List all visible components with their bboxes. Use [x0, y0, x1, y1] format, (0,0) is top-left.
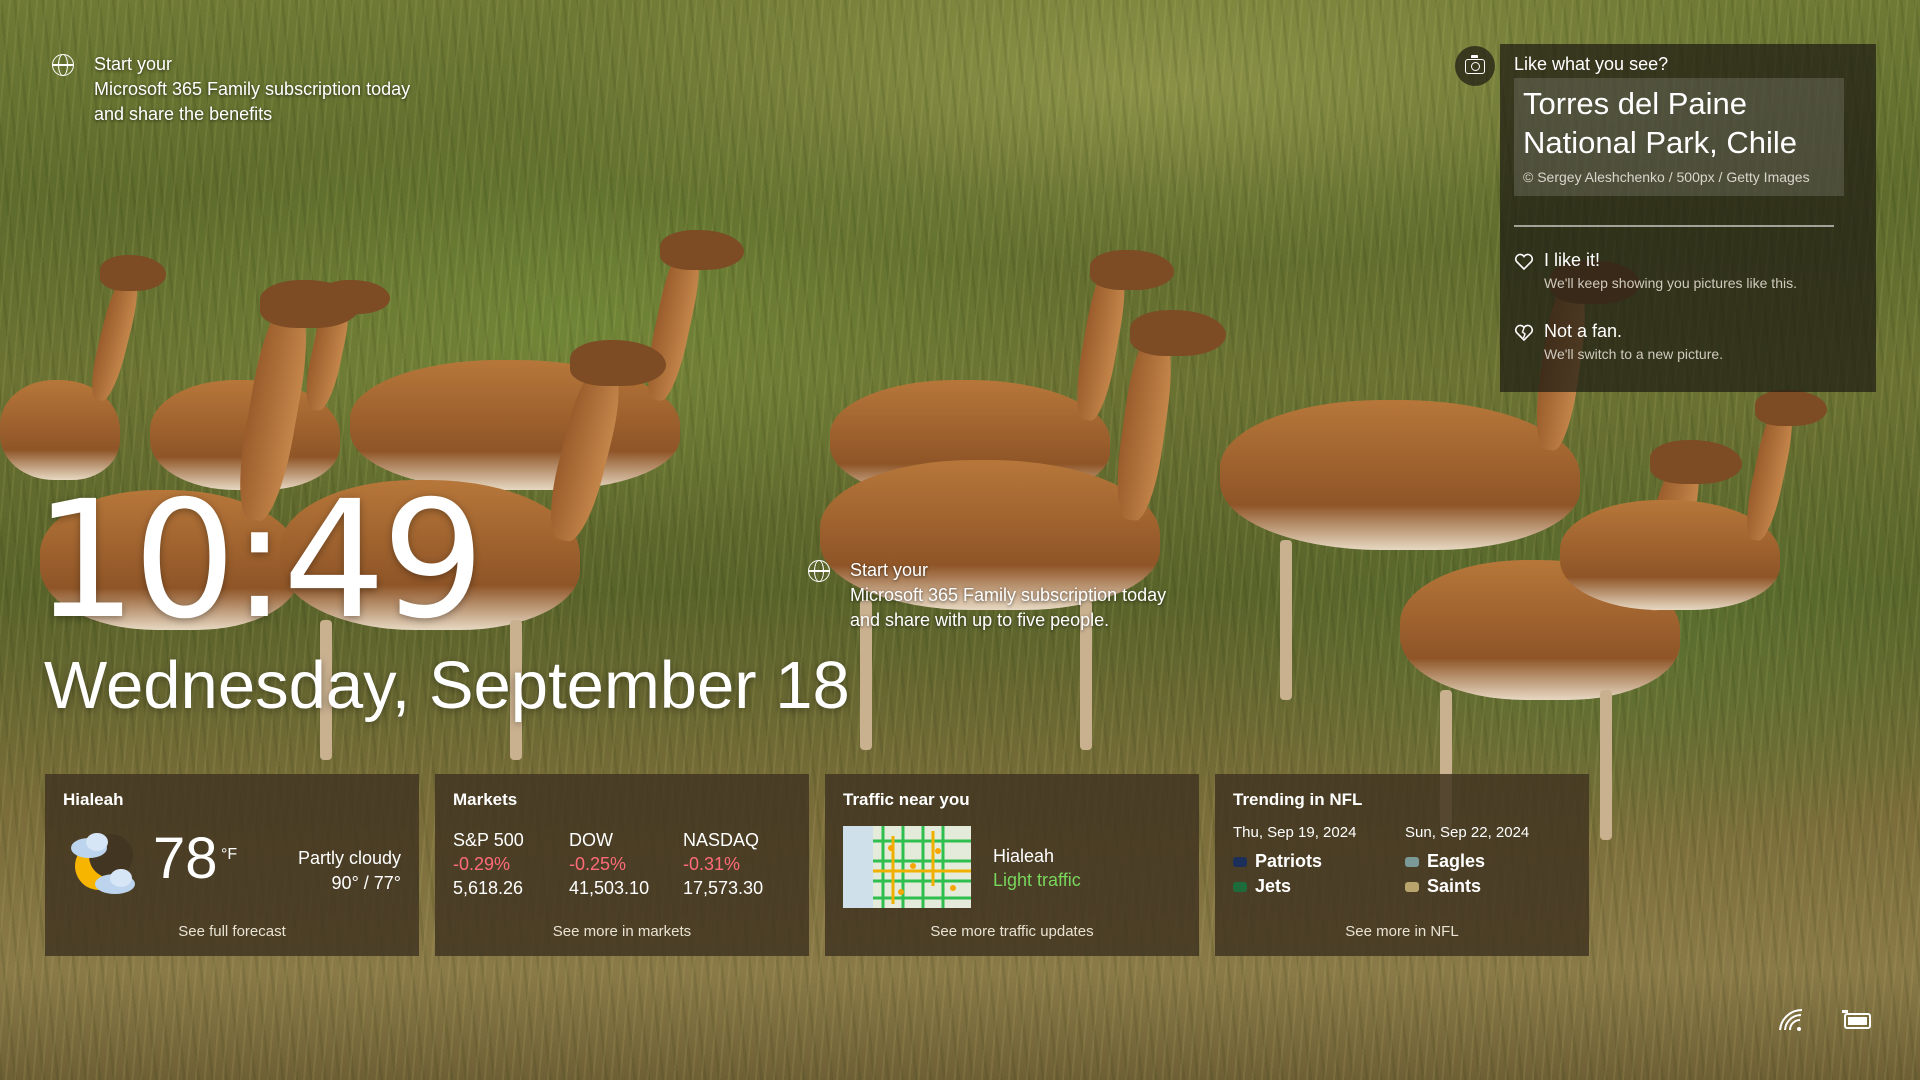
- clock-date: Wednesday, September 18: [44, 648, 850, 723]
- like-title: I like it!: [1544, 250, 1601, 270]
- promo-top[interactable]: Start your Microsoft 365 Family subscrip…: [52, 52, 410, 127]
- market-item: DOW -0.25% 41,503.10: [569, 828, 649, 900]
- promo-top-line2: Microsoft 365 Family subscription today: [94, 79, 411, 99]
- like-option[interactable]: I like it! We'll keep showing you pictur…: [1514, 250, 1797, 291]
- weather-card[interactable]: Hialeah 78 °F Partly cloudy 90° / 77° Se…: [45, 774, 419, 956]
- globe-icon: [808, 560, 830, 582]
- team-name: Saints: [1427, 876, 1482, 896]
- promo-mid-line2: Microsoft 365 Family subscription today: [850, 585, 1167, 605]
- weather-temperature: 78: [153, 826, 218, 891]
- traffic-map-thumbnail: [843, 826, 971, 908]
- promo-top-line3: and share the benefits: [94, 104, 273, 124]
- spotlight-title-box[interactable]: Torres del Paine National Park, Chile © …: [1514, 78, 1844, 196]
- globe-icon: [52, 54, 74, 76]
- market-value: 17,573.30: [683, 878, 764, 898]
- patriots-logo-icon: [1233, 856, 1247, 867]
- game-date: Thu, Sep 19, 2024: [1233, 824, 1357, 841]
- partly-cloudy-night-icon: [71, 833, 135, 894]
- jets-logo-icon: [1233, 881, 1247, 892]
- promo-mid-line3: and share with up to five people.: [850, 610, 1110, 630]
- markets-title: Markets: [453, 790, 518, 809]
- camera-button[interactable]: [1455, 46, 1495, 86]
- spotlight-panel: Like what you see? Torres del Paine Nati…: [1500, 44, 1876, 392]
- markets-link[interactable]: See more in markets: [435, 923, 809, 940]
- dislike-subtitle: We'll switch to a new picture.: [1544, 346, 1724, 362]
- market-change: -0.31%: [683, 854, 741, 874]
- camera-icon: [1465, 54, 1485, 74]
- market-value: 41,503.10: [569, 878, 650, 898]
- team-row: Patriots: [1233, 849, 1356, 874]
- traffic-info: Hialeah Light traffic: [993, 844, 1081, 892]
- eagles-logo-icon: [1405, 856, 1419, 867]
- markets-card[interactable]: Markets S&P 500 -0.29% 5,618.26 DOW -0.2…: [435, 774, 809, 956]
- traffic-card[interactable]: Traffic near you Hialeah Light traffic S…: [825, 774, 1199, 956]
- spotlight-header: Like what you see?: [1514, 54, 1669, 74]
- nfl-game[interactable]: Thu, Sep 19, 2024 Patriots Jets: [1233, 824, 1356, 899]
- game-date: Sun, Sep 22, 2024: [1405, 824, 1530, 841]
- team-name: Eagles: [1427, 851, 1486, 871]
- nfl-link[interactable]: See more in NFL: [1215, 923, 1589, 940]
- weather-link[interactable]: See full forecast: [45, 923, 419, 940]
- saints-logo-icon: [1405, 881, 1419, 892]
- weather-condition: Partly cloudy: [297, 848, 401, 868]
- traffic-city: Hialeah: [993, 846, 1055, 866]
- weather-location: Hialeah: [63, 790, 124, 809]
- team-row: Jets: [1233, 874, 1356, 899]
- weather-range: 90° / 77°: [331, 873, 401, 893]
- broken-heart-icon: [1514, 323, 1534, 343]
- weather-unit: °F: [221, 846, 238, 863]
- team-row: Saints: [1405, 874, 1529, 899]
- wifi-icon[interactable]: [1778, 1008, 1806, 1032]
- dislike-option[interactable]: Not a fan. We'll switch to a new picture…: [1514, 321, 1723, 362]
- market-item: NASDAQ -0.31% 17,573.30: [683, 828, 763, 900]
- battery-icon[interactable]: [1842, 1010, 1874, 1032]
- nfl-title: Trending in NFL: [1233, 790, 1363, 809]
- nfl-game[interactable]: Sun, Sep 22, 2024 Eagles Saints: [1405, 824, 1529, 899]
- promo-mid[interactable]: Start your Microsoft 365 Family subscrip…: [808, 558, 1166, 633]
- market-name: DOW: [569, 830, 613, 850]
- nfl-card[interactable]: Trending in NFL Thu, Sep 19, 2024 Patrio…: [1215, 774, 1589, 956]
- team-row: Eagles: [1405, 849, 1529, 874]
- clock-time: 10:49: [34, 467, 485, 655]
- market-name: S&P 500: [453, 830, 524, 850]
- market-change: -0.25%: [569, 854, 627, 874]
- like-subtitle: We'll keep showing you pictures like thi…: [1544, 275, 1797, 291]
- spotlight-title: Torres del Paine National Park, Chile: [1523, 86, 1797, 160]
- promo-mid-line1: Start your: [850, 560, 929, 580]
- team-name: Patriots: [1255, 851, 1323, 871]
- promo-top-line1: Start your: [94, 54, 173, 74]
- market-change: -0.29%: [453, 854, 511, 874]
- traffic-title: Traffic near you: [843, 790, 970, 809]
- traffic-status: Light traffic: [993, 870, 1081, 890]
- market-value: 5,618.26: [453, 878, 524, 898]
- market-name: NASDAQ: [683, 830, 760, 850]
- spotlight-credit: © Sergey Aleshchenko / 500px / Getty Ima…: [1523, 169, 1810, 185]
- lock-screen: Start your Microsoft 365 Family subscrip…: [0, 0, 1920, 1080]
- traffic-link[interactable]: See more traffic updates: [825, 923, 1199, 940]
- divider: [1514, 225, 1834, 227]
- dislike-title: Not a fan.: [1544, 321, 1623, 341]
- team-name: Jets: [1255, 876, 1292, 896]
- heart-icon: [1514, 252, 1534, 272]
- weather-condition-block: Partly cloudy 90° / 77°: [298, 846, 401, 896]
- market-item: S&P 500 -0.29% 5,618.26: [453, 828, 524, 900]
